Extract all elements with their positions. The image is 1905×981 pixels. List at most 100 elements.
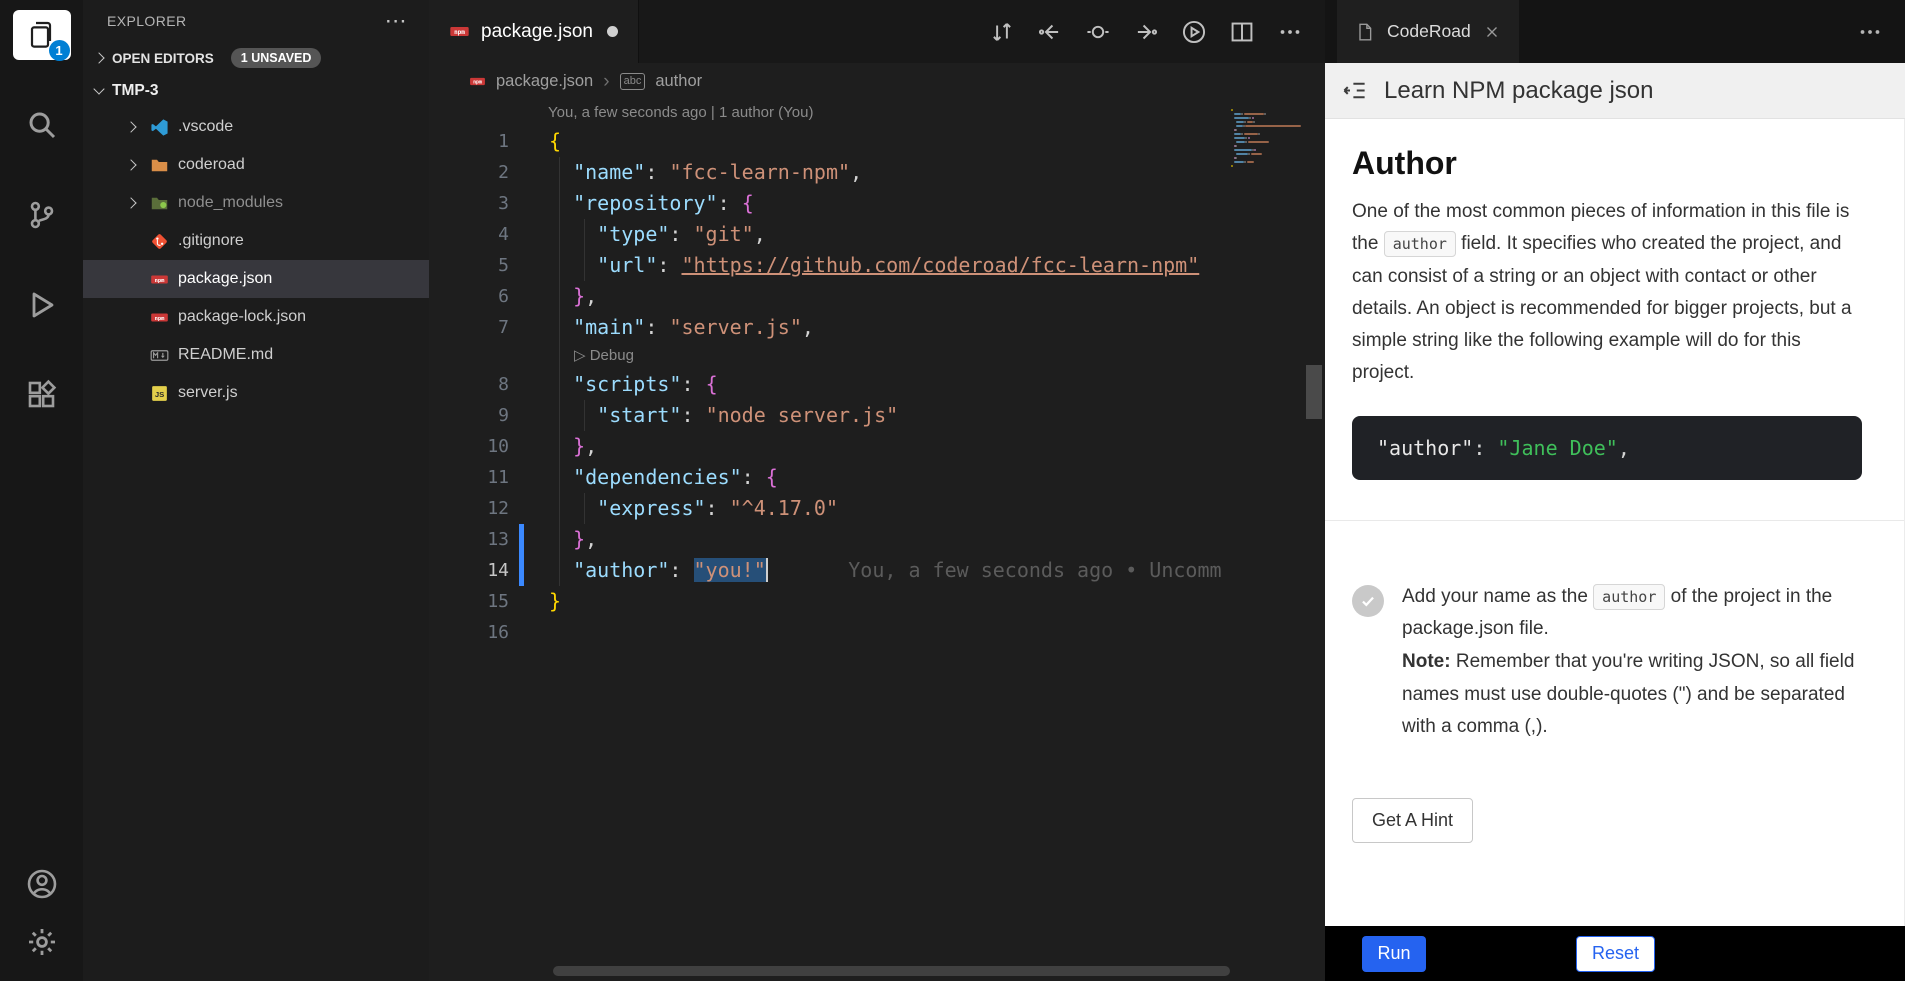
code-line-7[interactable]: 7 "main": "server.js",	[429, 312, 1225, 343]
minimap[interactable]	[1231, 108, 1303, 172]
code-line-4[interactable]: 4 "type": "git",	[429, 219, 1225, 250]
codelens-authors[interactable]: You, a few seconds ago | 1 author (You)	[429, 100, 1225, 126]
file-item-server.js[interactable]: JSserver.js	[83, 374, 429, 412]
next-change-icon[interactable]	[1133, 19, 1159, 45]
code-line-16[interactable]: 16	[429, 617, 1225, 648]
activity-settings[interactable]	[13, 917, 71, 967]
code-line-9[interactable]: 9 "start": "node server.js"	[429, 400, 1225, 431]
minimap-token	[1231, 165, 1233, 167]
code-editor[interactable]: You, a few seconds ago | 1 author (You) 1…	[429, 100, 1325, 981]
file-item-coderoad[interactable]: coderoad	[83, 146, 429, 184]
line-number: 3	[429, 188, 509, 219]
panel-tab-title: CodeRoad	[1387, 21, 1471, 42]
close-icon[interactable]	[1483, 23, 1501, 41]
more-actions-icon[interactable]	[1857, 19, 1883, 45]
minimap-token	[1244, 113, 1264, 115]
open-editors-header[interactable]: OPEN EDITORS 1 UNSAVED	[83, 42, 429, 74]
minimap-token	[1249, 117, 1251, 119]
file-item-README.md[interactable]: README.md	[83, 336, 429, 374]
activity-search[interactable]	[13, 100, 71, 150]
horizontal-scrollbar-thumb[interactable]	[553, 966, 1230, 976]
code-token: ,	[802, 315, 814, 339]
more-actions-icon[interactable]: ⋯	[385, 16, 407, 26]
gutter-modified-indicator	[519, 586, 524, 617]
minimap-token	[1252, 117, 1254, 119]
code-text: "type": "git",	[549, 219, 1225, 250]
code-line-1[interactable]: 1{	[429, 126, 1225, 157]
file-item-package-lock.json[interactable]: npmpackage-lock.json	[83, 298, 429, 336]
run-file-icon[interactable]	[1181, 19, 1207, 45]
codelens-debug[interactable]: ▷ Debug	[429, 343, 1225, 369]
code-line-15[interactable]: 15}	[429, 586, 1225, 617]
file-item-.vscode[interactable]: .vscode	[83, 108, 429, 146]
run-button[interactable]: Run	[1362, 936, 1426, 972]
code-text: {	[549, 126, 1225, 157]
activity-explorer[interactable]: 1	[13, 10, 71, 60]
gear-icon	[26, 926, 58, 958]
tab-coderoad[interactable]: CodeRoad	[1337, 0, 1519, 63]
pending-change-icon[interactable]	[1085, 19, 1111, 45]
code-text: "scripts": {	[549, 369, 1225, 400]
activity-accounts[interactable]	[13, 859, 71, 909]
code-token	[549, 160, 573, 184]
code-line-8[interactable]: 8 "scripts": {	[429, 369, 1225, 400]
code-line-6[interactable]: 6 },	[429, 281, 1225, 312]
file-item-node_modules[interactable]: node_modules	[83, 184, 429, 222]
code-token: "name"	[573, 160, 645, 184]
vertical-scrollbar[interactable]	[1303, 100, 1325, 981]
minimap-token	[1248, 153, 1250, 155]
md-file-icon	[150, 346, 169, 365]
code-token: "git"	[694, 222, 754, 246]
code-line-10[interactable]: 10 },	[429, 431, 1225, 462]
code-token	[549, 284, 573, 308]
code-line-3[interactable]: 3 "repository": {	[429, 188, 1225, 219]
activity-extensions[interactable]	[13, 370, 71, 420]
npm-file-icon: npm	[150, 308, 169, 327]
breadcrumb-symbol[interactable]: author	[655, 72, 702, 91]
code-line-2[interactable]: 2 "name": "fcc-learn-npm",	[429, 157, 1225, 188]
minimap-token	[1235, 145, 1237, 147]
unsaved-indicator-dot[interactable]	[607, 26, 618, 37]
tutorial-header: Learn NPM package json	[1325, 63, 1905, 119]
open-changes-icon[interactable]	[989, 19, 1015, 45]
tab-package-json[interactable]: npm package.json	[429, 0, 639, 63]
breadcrumb-separator: ›	[603, 71, 609, 93]
workspace-root[interactable]: TMP-3	[83, 74, 429, 108]
file-name: .vscode	[178, 118, 233, 136]
code-line-14[interactable]: 14 "author": "you!"You, a few seconds ag…	[429, 555, 1225, 586]
gutter-modified-indicator	[519, 462, 524, 493]
gutter-modified-indicator	[519, 312, 524, 343]
tutorial-menu-icon[interactable]	[1341, 77, 1368, 104]
file-name: node_modules	[178, 194, 283, 212]
file-item-.gitignore[interactable]: .gitignore	[83, 222, 429, 260]
get-hint-button[interactable]: Get A Hint	[1352, 798, 1473, 843]
code-token: }	[573, 527, 585, 551]
breadcrumb: npm package.json › abc author	[429, 63, 1325, 100]
breadcrumb-file[interactable]: package.json	[496, 72, 593, 91]
code-token: "^4.17.0"	[730, 496, 838, 520]
gutter-modified-indicator	[519, 188, 524, 219]
activity-source-control[interactable]	[13, 190, 71, 240]
activity-run-debug[interactable]	[13, 280, 71, 330]
split-editor-icon[interactable]	[1229, 19, 1255, 45]
code-line-11[interactable]: 11 "dependencies": {	[429, 462, 1225, 493]
more-actions-icon[interactable]	[1277, 19, 1303, 45]
file-item-package.json[interactable]: npmpackage.json	[83, 260, 429, 298]
code-line-5[interactable]: 5 "url": "https://github.com/coderoad/fc…	[429, 250, 1225, 281]
previous-change-icon[interactable]	[1037, 19, 1063, 45]
codelens-text: You, a few seconds ago | 1 author (You)	[548, 104, 813, 121]
svg-text:npm: npm	[454, 29, 465, 36]
tutorial-content[interactable]: Author One of the most common pieces of …	[1325, 119, 1905, 926]
code-token: :	[681, 372, 705, 396]
vertical-scrollbar-thumb[interactable]	[1306, 365, 1322, 419]
line-number: 14	[429, 555, 509, 586]
chevron-right-icon	[121, 123, 141, 131]
reset-button[interactable]: Reset	[1576, 936, 1655, 972]
code-token: {	[742, 191, 754, 215]
code-token: "server.js"	[669, 315, 801, 339]
code-text: "express": "^4.17.0"	[549, 493, 1225, 524]
code-line-12[interactable]: 12 "express": "^4.17.0"	[429, 493, 1225, 524]
code-line-13[interactable]: 13 },	[429, 524, 1225, 555]
file-name: server.js	[178, 384, 238, 402]
code-token	[549, 465, 573, 489]
